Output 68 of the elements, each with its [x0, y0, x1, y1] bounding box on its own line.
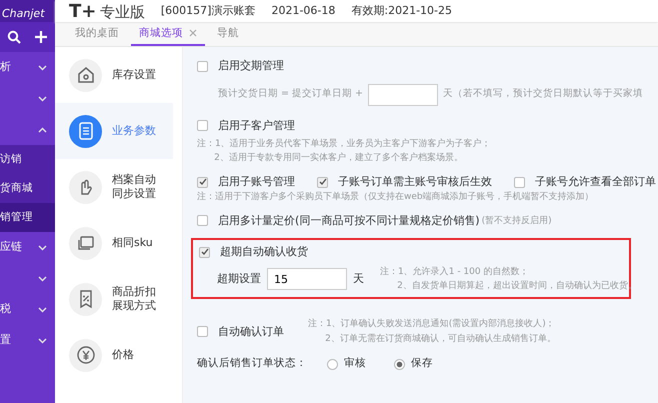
radio-button[interactable] [394, 358, 405, 370]
account-name: [600157]演示账套 [160, 2, 256, 19]
header-date: 2021-06-18 [271, 2, 336, 19]
note-text: 注：适用于下游客户多个采购员下单场景（仅支持在web端商城添加子账号，手机端暂不支持添加） [197, 190, 595, 204]
search-icon[interactable] [6, 30, 21, 44]
chevron-down-icon [38, 64, 47, 70]
chevron-down-icon [38, 276, 47, 282]
note-text: 天（若不填写，预计交货日期默认等于买家填 [442, 87, 643, 102]
field-label: 超期设置 [217, 270, 261, 287]
radio-label: 保存 [411, 356, 433, 372]
input-field[interactable] [368, 84, 438, 106]
setting-label: 子账号订单需主账号审核后生效 [338, 174, 492, 190]
radio-label: 审核 [344, 356, 366, 372]
checkbox[interactable] [197, 215, 208, 226]
setting-label: 启用子账号管理 [218, 174, 295, 190]
yen-icon [74, 344, 96, 366]
setting-label: 启用子客户管理 [218, 118, 295, 134]
option-nav-item[interactable]: 业务参数 [55, 103, 173, 159]
setting-label: 子账号允许查看全部订单 [535, 174, 656, 190]
note-text: 注：1、允许录入1 - 100 的自然数； [380, 266, 530, 279]
option-nav-item[interactable]: 相同sku [55, 215, 173, 271]
sidebar-label: 置 [0, 332, 11, 348]
sidebar-label: 析 [0, 59, 11, 76]
chevron-up-icon [38, 126, 47, 132]
checkbox[interactable] [317, 176, 328, 188]
unit-label: 天 [353, 270, 364, 287]
setting-label: 启用交期管理 [218, 58, 284, 74]
checkbox[interactable] [197, 120, 208, 132]
sidebar-label: 应链 [0, 239, 22, 256]
expiry-date: 有效期:2021-10-25 [351, 2, 452, 19]
chevron-down-icon [38, 96, 47, 102]
sidebar-item[interactable]: 置 [0, 325, 55, 356]
formula-text: 预计交货日期 = 提交订单日期 + [218, 87, 363, 102]
product-logo: T+ 专业版 [69, 0, 145, 24]
input-field[interactable]: 15 [267, 268, 347, 290]
checkbox[interactable] [197, 326, 208, 338]
setting-label: 超期自动确认收货 [220, 244, 308, 260]
option-nav-item[interactable]: 价格 [55, 327, 173, 383]
sidebar-item[interactable]: 应链 [0, 232, 55, 263]
option-nav-item[interactable]: 档案自动同步设置 [55, 159, 173, 215]
checkbox[interactable] [514, 176, 525, 188]
option-nav-item[interactable]: 库存设置 [55, 47, 173, 103]
sidebar-label: 税 [0, 301, 11, 318]
note-text: 2、适用于专款专用同一实体客户，建立了多个客户档案场景。 [213, 151, 464, 166]
chevron-down-icon [38, 338, 47, 344]
chevron-down-icon [38, 306, 47, 312]
sidebar-subitem[interactable]: 销管理 [0, 203, 55, 232]
note-text: 注：1、适用于业务员代客下单场景，业务员为主客户下游客户为子客户； [197, 138, 492, 151]
note-text: 注：1、订单确认失败发送消息通知(需设置内部消息接收人)； [308, 318, 556, 332]
sidebar-subitem[interactable]: 货商城 [0, 174, 55, 203]
hint-text: (暂不支持反启用) [482, 214, 552, 228]
setting-label: 确认后销售订单状态： [197, 356, 307, 372]
note-text: 2、订单无需在订货商城确认，可自动确认生成销售订单。 [324, 332, 556, 346]
checkbox[interactable] [197, 60, 208, 72]
checkbox[interactable] [199, 246, 210, 258]
setting-label: 自动确认订单 [218, 324, 284, 340]
radio-button[interactable] [327, 358, 338, 370]
plus-icon[interactable] [34, 30, 48, 44]
sidebar-item[interactable]: 析 [0, 52, 55, 83]
chevron-down-icon [38, 244, 47, 250]
note-text: 2、自发货单日期算起，超出设置时间，自动确认为已收货。 [396, 280, 637, 294]
setting-label: 启用多计量定价(同一商品可按不同计量规格定价销售) [218, 212, 480, 229]
logo-text: Chanjet [2, 6, 45, 22]
sidebar-item[interactable]: 税 [0, 294, 55, 325]
option-nav-item[interactable]: 商品折扣展现方式 [55, 271, 173, 327]
close-icon [189, 29, 197, 38]
sidebar-subitem[interactable]: 访销 [0, 145, 55, 174]
checkbox[interactable] [197, 176, 208, 188]
